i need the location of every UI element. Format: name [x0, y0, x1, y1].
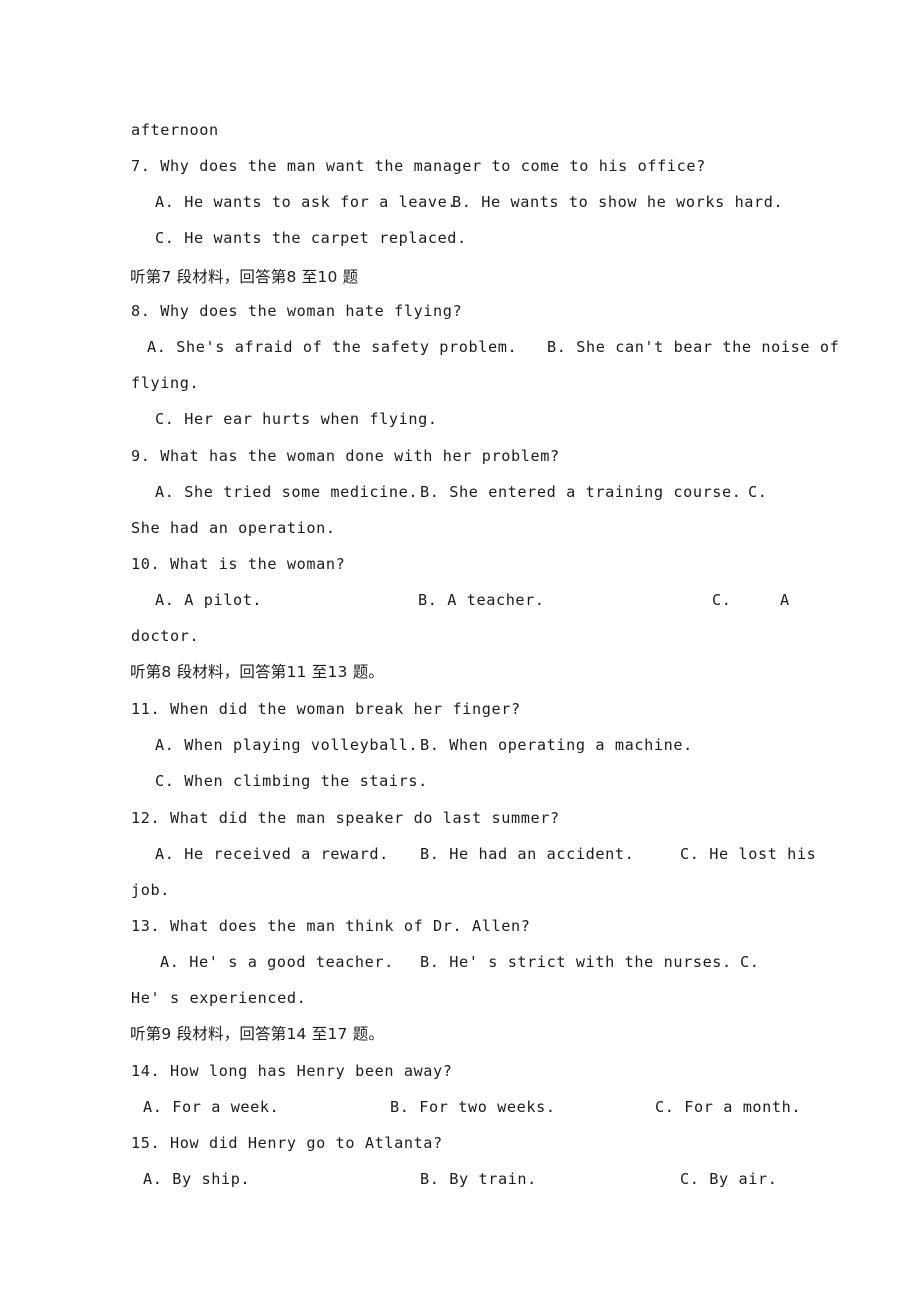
question-7-stem: 7. Why does the man want the manager to … — [131, 157, 706, 175]
question-7-option-a[interactable]: A. He wants to ask for a leave. — [155, 192, 457, 212]
question-8-option-b[interactable]: B. She can't bear the noise of — [547, 337, 839, 357]
question-10-stem: 10. What is the woman? — [131, 555, 346, 573]
question-14-option-a[interactable]: A. For a week. — [143, 1097, 279, 1117]
question-8-option-c[interactable]: C. Her ear hurts when flying. — [155, 409, 438, 429]
question-9-option-c[interactable]: C. — [748, 482, 768, 502]
question-13-stem: 13. What does the man think of Dr. Allen… — [131, 917, 531, 935]
question-7-option-b[interactable]: B. He wants to show he works hard. — [452, 192, 783, 212]
question-8-option-a[interactable]: A. She's afraid of the safety problem. — [147, 337, 517, 357]
question-15-option-a[interactable]: A. By ship. — [143, 1169, 250, 1189]
question-7-option-c[interactable]: C. He wants the carpet replaced. — [155, 228, 467, 248]
question-14-option-b[interactable]: B. For two weeks. — [390, 1097, 556, 1117]
question-12-stem: 12. What did the man speaker do last sum… — [131, 809, 560, 827]
question-10-option-b[interactable]: B. A teacher. — [418, 590, 545, 610]
question-14-stem: 14. How long has Henry been away? — [131, 1062, 453, 1080]
question-9-stem: 9. What has the woman done with her prob… — [131, 447, 560, 465]
question-12-option-c[interactable]: C. He lost his — [680, 844, 816, 864]
question-15-stem: 15. How did Henry go to Atlanta? — [131, 1134, 443, 1152]
question-9-option-c-wrap: She had an operation. — [131, 519, 336, 537]
question-14-option-c[interactable]: C. For a month. — [655, 1097, 801, 1117]
question-11-option-b[interactable]: B. When operating a machine. — [420, 735, 693, 755]
directive-passage-7: 听第7 段材料，回答第8 至10 题 — [130, 268, 359, 286]
question-15-option-c[interactable]: C. By air. — [680, 1169, 777, 1189]
question-9-option-a[interactable]: A. She tried some medicine. — [155, 482, 418, 502]
carryover-text: afternoon — [131, 121, 219, 139]
question-9-option-b[interactable]: B. She entered a training course. — [420, 482, 742, 502]
question-13-option-c[interactable]: C. — [740, 952, 760, 972]
question-10-option-c[interactable]: C. — [712, 590, 732, 610]
question-13-option-c-wrap: He' s experienced. — [131, 989, 307, 1007]
question-10-option-c-wrap: doctor. — [131, 627, 200, 645]
question-8-stem: 8. Why does the woman hate flying? — [131, 302, 463, 320]
directive-passage-8: 听第8 段材料，回答第11 至13 题。 — [130, 663, 385, 681]
question-8-option-b-wrap: flying. — [131, 374, 200, 392]
question-10-option-c-continuation: A — [780, 591, 790, 609]
question-10-option-a[interactable]: A. A pilot. — [155, 590, 262, 610]
question-12-option-c-wrap: job. — [131, 881, 170, 899]
question-15-option-b[interactable]: B. By train. — [420, 1169, 537, 1189]
question-13-option-b[interactable]: B. He' s strict with the nurses. — [420, 952, 732, 972]
exam-page: afternoon 7. Why does the man want the m… — [0, 0, 920, 1302]
question-11-option-a[interactable]: A. When playing volleyball. — [155, 735, 418, 755]
question-12-option-b[interactable]: B. He had an accident. — [420, 844, 634, 864]
question-11-option-c[interactable]: C. When climbing the stairs. — [155, 771, 428, 791]
directive-passage-9: 听第9 段材料，回答第14 至17 题。 — [130, 1025, 385, 1043]
question-11-stem: 11. When did the woman break her finger? — [131, 700, 521, 718]
question-12-option-a[interactable]: A. He received a reward. — [155, 844, 389, 864]
question-13-option-a[interactable]: A. He' s a good teacher. — [160, 952, 394, 972]
